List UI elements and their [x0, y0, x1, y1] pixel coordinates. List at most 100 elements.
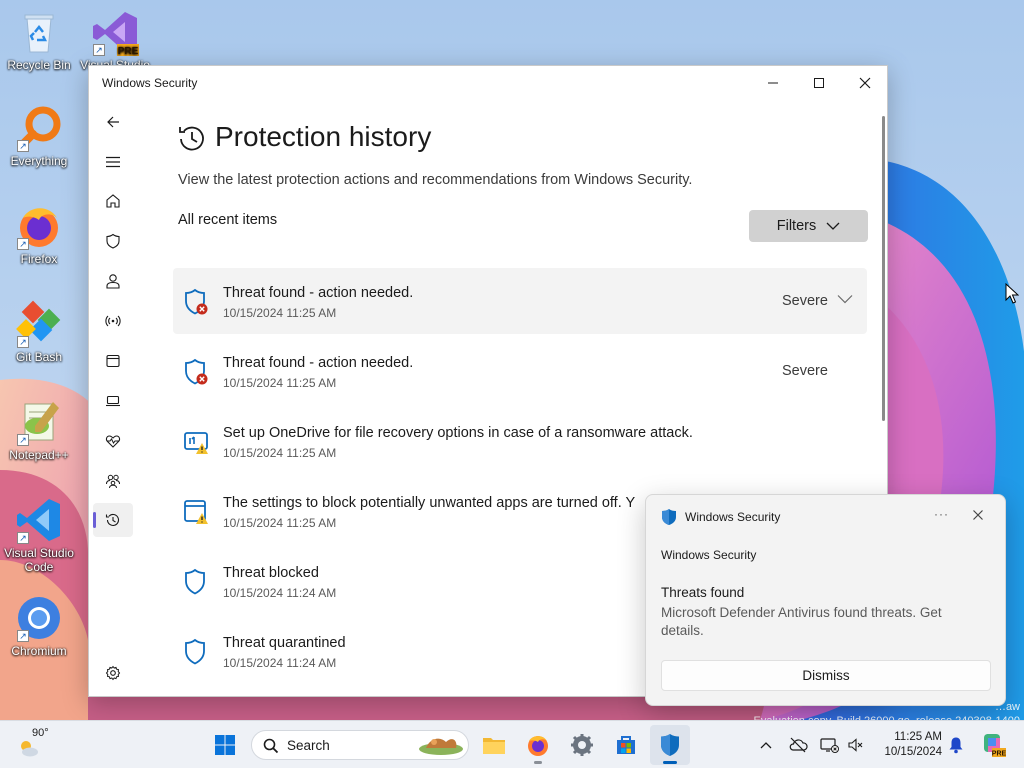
search-icon: [263, 738, 279, 754]
maximize-button[interactable]: [796, 66, 842, 99]
chevron-up-icon: [760, 742, 772, 749]
desktop-icon-everything[interactable]: ↗ Everything: [0, 104, 78, 168]
taskbar-firefox[interactable]: [518, 725, 558, 765]
close-button[interactable]: [842, 66, 887, 99]
nav-firewall-network[interactable]: [93, 304, 133, 338]
clock-time: 11:25 AM: [894, 731, 942, 743]
dismiss-button[interactable]: Dismiss: [661, 660, 991, 691]
person-icon: [106, 274, 120, 289]
copilot-preview-icon: PRE: [984, 734, 1006, 758]
chevron-down-icon[interactable]: [837, 294, 853, 304]
gear-icon: [105, 665, 121, 681]
nav-virus-protection[interactable]: [93, 224, 133, 258]
taskbar-store[interactable]: [606, 725, 646, 765]
minimize-button[interactable]: [750, 66, 796, 99]
laptop-icon: [106, 395, 120, 407]
nav-device-security[interactable]: [93, 384, 133, 418]
heart-pulse-icon: [105, 435, 121, 448]
nav-home[interactable]: [93, 184, 133, 218]
history-item[interactable]: Threat found - action needed. 10/15/2024…: [173, 268, 867, 334]
more-options-button[interactable]: ···: [934, 507, 949, 521]
tray-clock[interactable]: 11:25 AM 10/15/2024: [870, 730, 942, 760]
shield-alert-icon: [185, 288, 208, 315]
hamburger-menu-icon: [106, 156, 120, 168]
search-highlight-icon: [419, 738, 463, 755]
history-item-time: 10/15/2024 11:24 AM: [223, 656, 337, 670]
taskbar-settings[interactable]: [562, 725, 602, 765]
taskbar-windows-security[interactable]: [650, 725, 690, 765]
history-item-time: 10/15/2024 11:25 AM: [223, 446, 337, 460]
desktop-icon-label: Chromium: [11, 644, 67, 658]
svg-text:PRE: PRE: [118, 46, 139, 56]
show-hidden-icons-button[interactable]: [756, 735, 776, 755]
notepad-plus-plus-icon: ↗: [15, 398, 63, 446]
bell-icon: [949, 737, 963, 754]
desktop-icon-visual-studio[interactable]: PRE ↗ Visual Studio 2…: [76, 8, 154, 72]
tray-onedrive[interactable]: [788, 735, 808, 755]
running-indicator: [663, 761, 677, 764]
desktop-icon-label: Everything: [10, 154, 68, 168]
mouse-cursor-icon: [1005, 283, 1019, 304]
desktop-icon-chromium[interactable]: ↗ Chromium: [0, 594, 78, 658]
close-icon: [859, 77, 871, 88]
desktop-icon-label: Recycle Bin: [7, 58, 71, 72]
start-button[interactable]: [205, 725, 245, 765]
maximize-icon: [814, 77, 824, 88]
nav-menu[interactable]: [93, 145, 133, 179]
nav-family-options[interactable]: [93, 464, 133, 498]
minimize-icon: [768, 82, 778, 83]
nav-account-protection[interactable]: [93, 264, 133, 298]
history-item[interactable]: Set up OneDrive for file recovery option…: [173, 408, 867, 474]
page-title: Protection history: [215, 121, 432, 152]
title-bar[interactable]: Windows Security: [89, 66, 887, 99]
nav-device-performance[interactable]: [93, 424, 133, 458]
desktop-icon-recycle-bin[interactable]: Recycle Bin: [0, 8, 78, 72]
search-placeholder: Search: [287, 738, 330, 753]
weather-widget[interactable]: 90°: [18, 727, 54, 761]
history-item-title: Threat found - action needed.: [223, 355, 414, 371]
wireless-signal-icon: [105, 315, 121, 327]
filters-button[interactable]: Filters: [749, 210, 868, 242]
navigation-rail: [89, 99, 137, 696]
taskbar-search-box[interactable]: Search: [251, 730, 469, 760]
browser-window-icon: [106, 354, 120, 368]
history-item[interactable]: Threat found - action needed. 10/15/2024…: [173, 338, 867, 404]
chromium-icon: ↗: [15, 594, 63, 642]
history-clock-icon: [105, 513, 120, 526]
severity-label: Severe: [782, 293, 828, 309]
desktop-icon-notepad-plus-plus[interactable]: ↗ Notepad++: [0, 398, 78, 462]
nav-settings[interactable]: [93, 656, 133, 690]
visual-studio-preview-icon: PRE ↗: [91, 8, 139, 57]
tray-copilot[interactable]: PRE: [980, 732, 1006, 758]
tray-volume[interactable]: [845, 735, 865, 755]
history-item-time: 10/15/2024 11:24 AM: [223, 586, 337, 600]
history-item-time: 10/15/2024 11:25 AM: [223, 376, 337, 390]
protection-history-icon: [179, 126, 204, 151]
shield-icon: [185, 568, 205, 595]
desktop-icon-firefox[interactable]: ↗ Firefox: [0, 202, 78, 266]
desktop-icon-git-bash[interactable]: ↗ Git Bash: [0, 300, 78, 364]
shield-icon: [106, 233, 120, 249]
firefox-icon: ↗: [15, 202, 63, 250]
page-subtitle: View the latest protection actions and r…: [178, 172, 693, 188]
gear-icon: [571, 734, 593, 756]
weather-icon: [21, 741, 38, 757]
desktop-icon-vscode[interactable]: ↗ Visual Studio Code: [0, 496, 78, 574]
family-icon: [106, 474, 120, 489]
tray-network[interactable]: [819, 735, 839, 755]
desktop-icon-label: Firefox: [20, 252, 58, 266]
nav-back[interactable]: [93, 105, 133, 139]
section-label: All recent items: [178, 212, 278, 228]
store-icon: [617, 736, 635, 754]
everything-search-icon: ↗: [15, 104, 63, 152]
scrollbar[interactable]: [882, 116, 885, 421]
cloud-offline-icon: [789, 737, 808, 753]
nav-protection-history[interactable]: [93, 503, 133, 537]
notification-center-button[interactable]: [946, 735, 966, 755]
notification-toast[interactable]: Windows Security ··· Windows Security Th…: [645, 494, 1006, 706]
taskbar-file-explorer[interactable]: [474, 725, 514, 765]
monitor-icon: [820, 738, 839, 753]
firefox-icon: [528, 736, 548, 756]
nav-app-browser-control[interactable]: [93, 344, 133, 378]
close-icon[interactable]: [972, 509, 984, 521]
